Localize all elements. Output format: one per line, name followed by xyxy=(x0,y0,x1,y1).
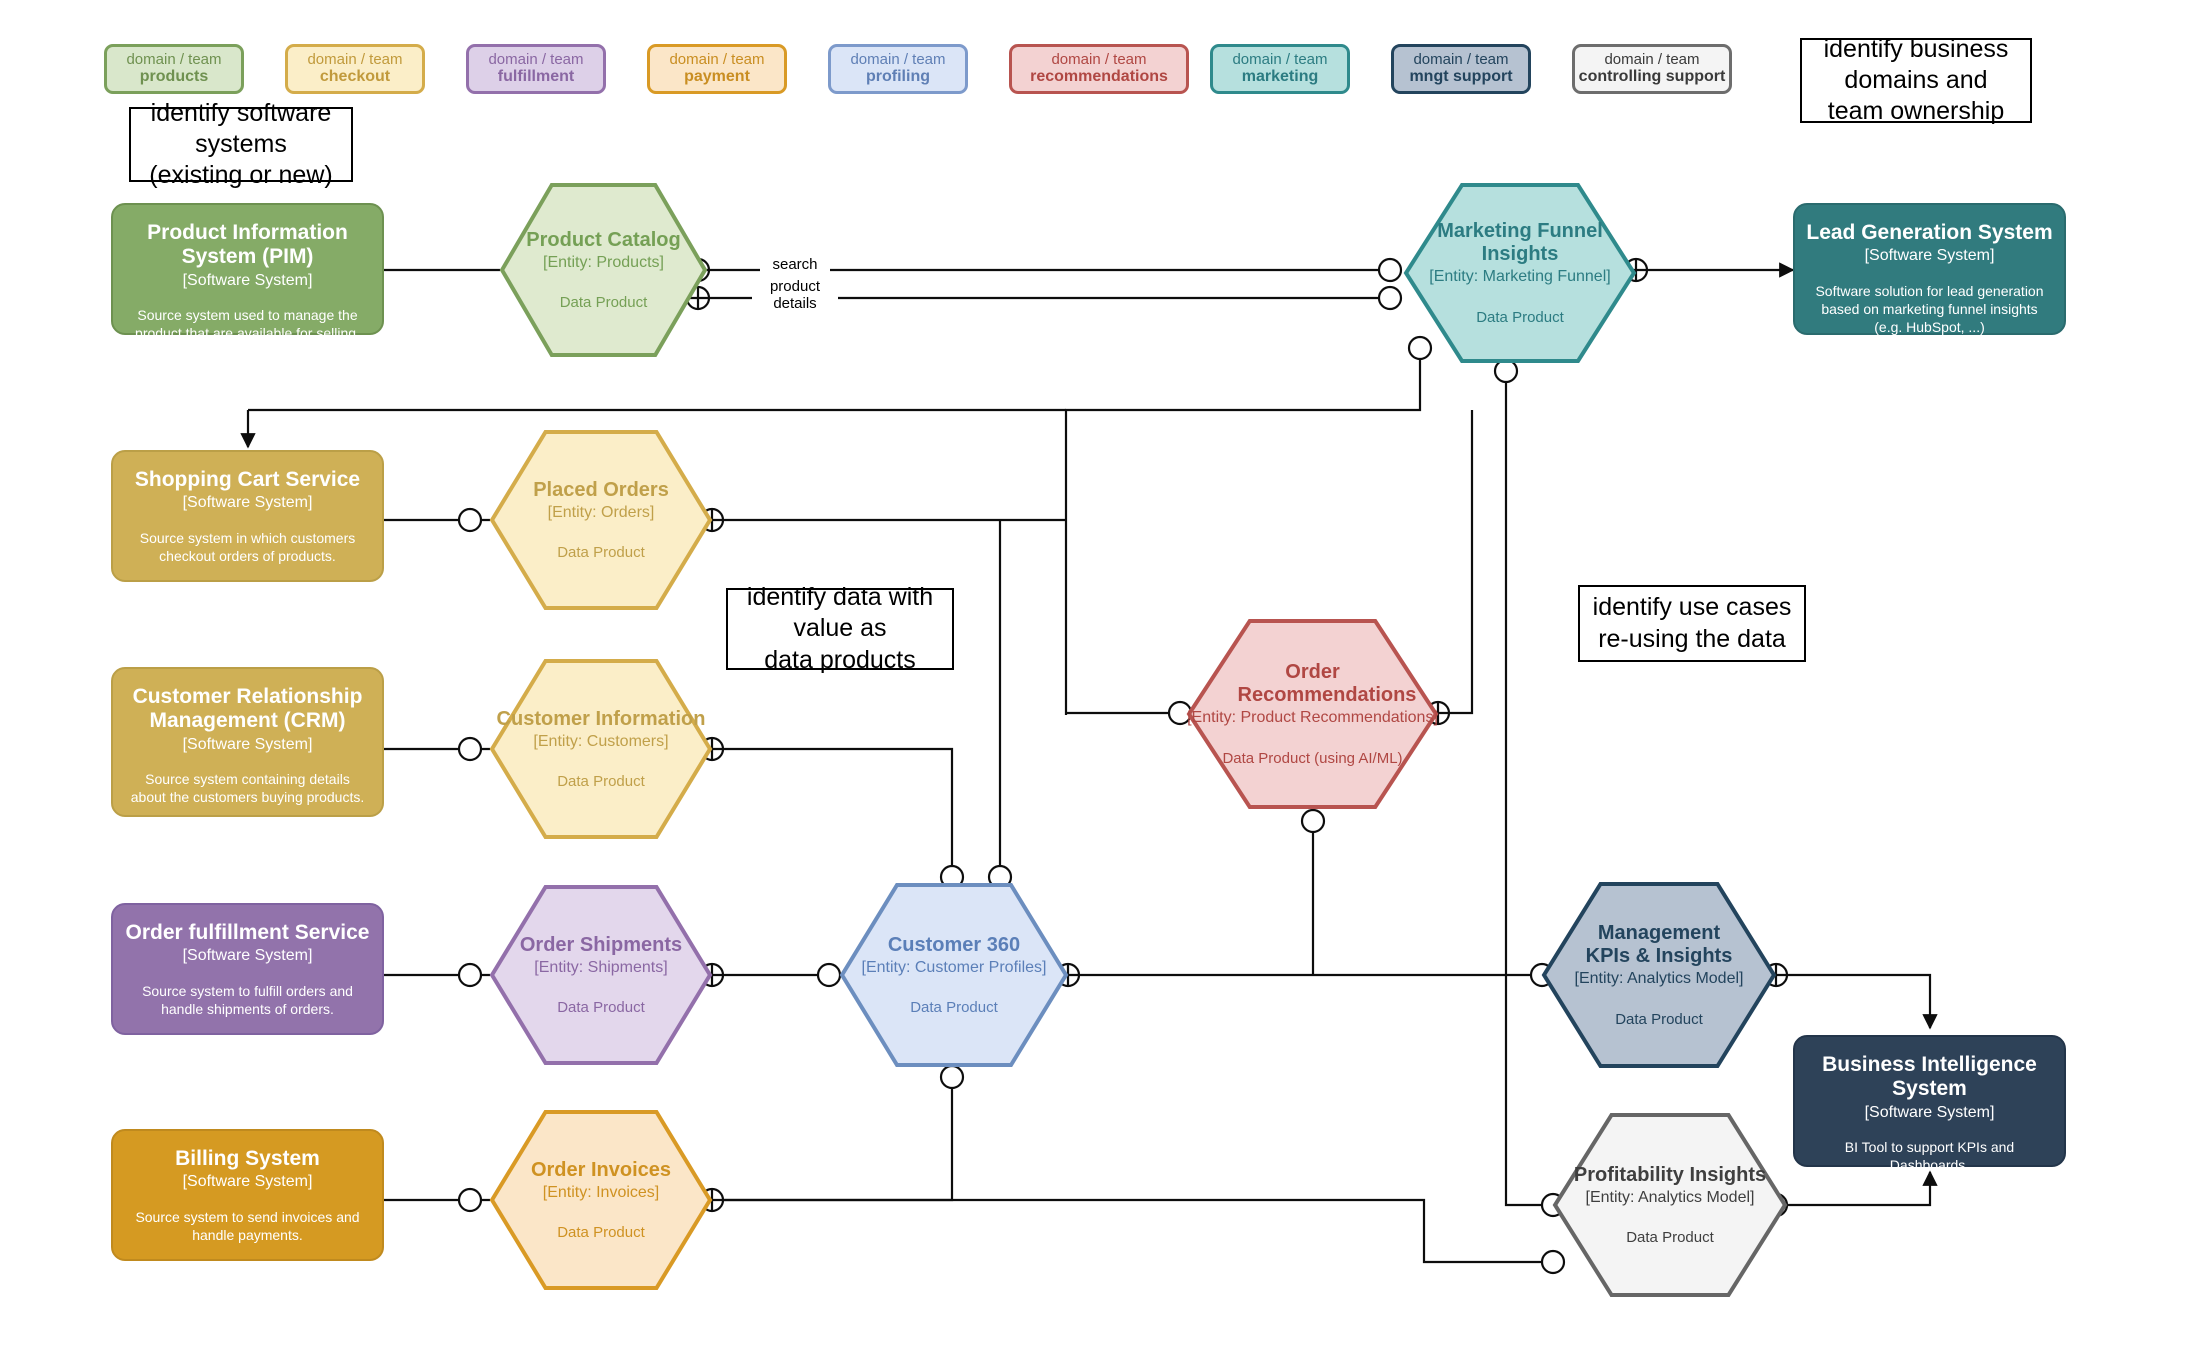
system-type: [Software System] xyxy=(182,1173,313,1191)
legend-label: products xyxy=(139,68,209,86)
legend-chip-fulfillment[interactable]: domain / team fulfillment xyxy=(466,44,606,94)
system-description: Source system containing details about t… xyxy=(130,770,365,806)
legend-label: mngt support xyxy=(1409,68,1513,86)
legend-chip-checkout[interactable]: domain / team checkout xyxy=(285,44,425,94)
system-type: [Software System] xyxy=(182,494,313,512)
legend-prefix: domain / team xyxy=(1413,50,1509,68)
legend-prefix: domain / team xyxy=(1604,50,1700,68)
legend-chip-payment[interactable]: domain / team payment xyxy=(647,44,787,94)
legend-prefix: domain / team xyxy=(126,50,222,68)
legend-label: profiling xyxy=(866,68,930,86)
system-name: Billing System xyxy=(175,1147,320,1170)
legend-label: fulfillment xyxy=(497,68,575,86)
legend-label: recommendations xyxy=(1030,68,1168,86)
note-data-products: identify data with value as data product… xyxy=(726,583,954,674)
system-name: Business Intelligence System xyxy=(1822,1053,2037,1101)
system-type: [Software System] xyxy=(182,271,313,289)
legend-chip-recommendations[interactable]: domain / team recommendations xyxy=(1009,44,1189,94)
legend-chip-marketing[interactable]: domain / team marketing xyxy=(1210,44,1350,94)
system-description: Source system in which customers checkou… xyxy=(139,529,356,564)
system-type: [Software System] xyxy=(182,947,313,965)
data-product-marketing-funnel-insights[interactable]: Marketing Funnel Insights [Entity: Marke… xyxy=(1403,183,1637,363)
legend-prefix: domain / team xyxy=(488,50,584,68)
system-type: [Software System] xyxy=(182,735,313,753)
system-name: Shopping Cart Service xyxy=(134,468,361,491)
legend-label: controlling support xyxy=(1578,68,1726,86)
diagram-canvas: domain / team products domain / team che… xyxy=(0,0,2186,1366)
note-use-cases: identify use cases re-using the data xyxy=(1578,585,1806,662)
system-description: BI Tool to support KPIs and Dashboards. xyxy=(1844,1138,2015,1174)
data-product-order-shipments[interactable]: Order Shipments [Entity: Shipments] Data… xyxy=(489,885,713,1065)
legend-prefix: domain / team xyxy=(1051,50,1147,68)
legend-label: marketing xyxy=(1241,68,1319,86)
system-description: Source system used to manage the product… xyxy=(135,306,360,342)
legend-prefix: domain / team xyxy=(669,50,765,68)
system-type: [Software System] xyxy=(1864,247,1995,265)
legend-chip-profiling[interactable]: domain / team profiling xyxy=(828,44,968,94)
system-description: Source system to send invoices and handl… xyxy=(135,1208,360,1243)
legend-prefix: domain / team xyxy=(1232,50,1328,68)
note-software-systems: identify software systems (existing or n… xyxy=(129,99,353,189)
system-shopping-cart-service[interactable]: Shopping Cart Service [Software System] … xyxy=(111,450,384,582)
data-product-management-kpis-insights[interactable]: Management KPIs & Insights [Entity: Anal… xyxy=(1541,882,1777,1068)
legend-prefix: domain / team xyxy=(850,50,946,68)
edge-label-search: search xyxy=(760,256,830,274)
data-product-profitability-insights[interactable]: Profitability Insights [Entity: Analytic… xyxy=(1552,1113,1788,1297)
system-name: Customer Relationship Management (CRM) xyxy=(132,685,363,733)
system-name: Product Information System (PIM) xyxy=(147,221,348,269)
legend-chip-products[interactable]: domain / team products xyxy=(104,44,244,94)
data-product-order-invoices[interactable]: Order Invoices [Entity: Invoices] Data P… xyxy=(489,1110,713,1290)
system-name: Lead Generation System xyxy=(1806,221,2053,244)
legend-chip-mngt-support[interactable]: domain / team mngt support xyxy=(1391,44,1531,94)
data-product-customer-360[interactable]: Customer 360 [Entity: Customer Profiles]… xyxy=(839,883,1069,1067)
system-type: [Software System] xyxy=(1864,1103,1995,1121)
system-lead-generation-system[interactable]: Lead Generation System [Software System]… xyxy=(1793,203,2066,335)
edge-label-product-details: product details xyxy=(752,278,838,313)
system-billing-system[interactable]: Billing System [Software System] Source … xyxy=(111,1129,384,1261)
system-product-information-system[interactable]: Product Information System (PIM) [Softwa… xyxy=(111,203,384,341)
system-name: Order fulfillment Service xyxy=(125,921,370,944)
data-product-product-catalog[interactable]: Product Catalog [Entity: Products] Data … xyxy=(499,183,708,357)
system-business-intelligence-system[interactable]: Business Intelligence System [Software S… xyxy=(1793,1035,2066,1173)
data-product-customer-information[interactable]: Customer Information [Entity: Customers]… xyxy=(489,659,713,839)
system-description: Source system to fulfill orders and hand… xyxy=(142,982,353,1017)
data-product-placed-orders[interactable]: Placed Orders [Entity: Orders] Data Prod… xyxy=(489,430,713,610)
system-description: Software solution for lead generation ba… xyxy=(1815,282,2044,335)
legend-label: payment xyxy=(684,68,750,86)
system-order-fulfillment-service[interactable]: Order fulfillment Service [Software Syst… xyxy=(111,903,384,1035)
legend-chip-controlling-support[interactable]: domain / team controlling support xyxy=(1572,44,1732,94)
system-crm[interactable]: Customer Relationship Management (CRM) [… xyxy=(111,667,384,817)
legend-label: checkout xyxy=(319,68,391,86)
data-product-order-recommendations[interactable]: Order Recommendations [Entity: Product R… xyxy=(1186,619,1439,809)
note-business-domains: identify business domains and team owner… xyxy=(1800,35,2032,125)
legend-prefix: domain / team xyxy=(307,50,403,68)
